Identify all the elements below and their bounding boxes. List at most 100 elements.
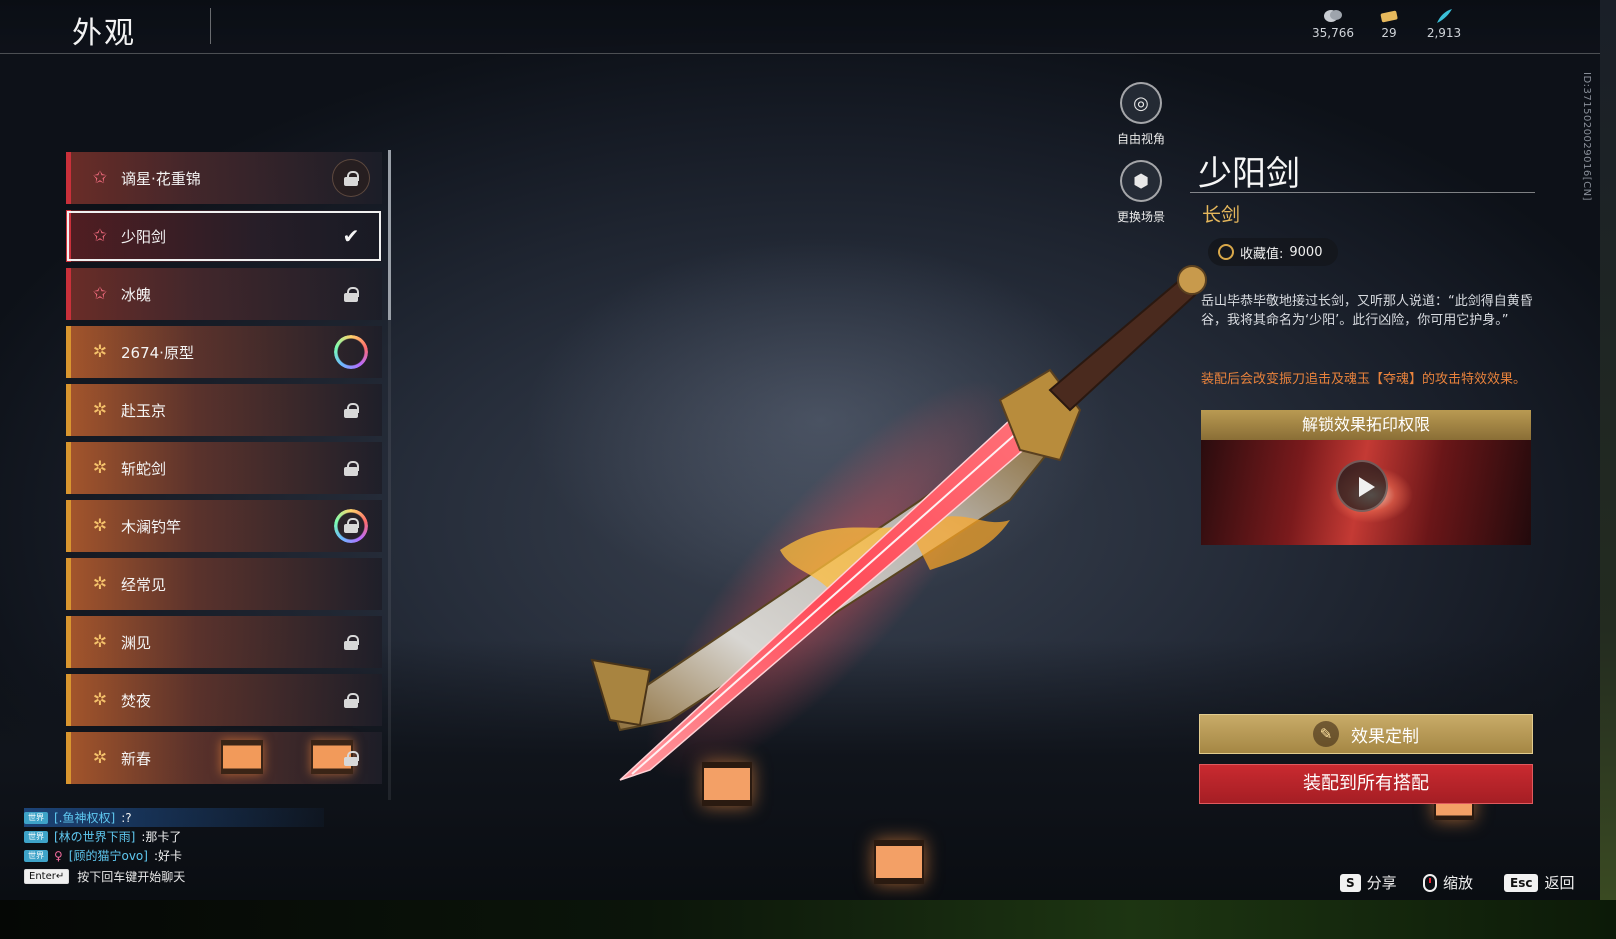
item-name: 经常见 [121, 575, 167, 594]
collect-value-badge: 收藏值: 9000 [1208, 238, 1339, 266]
rarity-icon: ✲ [92, 748, 108, 768]
item-name: 木澜钓竿 [121, 517, 182, 536]
list-item[interactable]: ✩ 冰魄 [66, 268, 382, 320]
currency-tickets-value: 29 [1381, 26, 1397, 40]
star-icon: ✩ [92, 226, 108, 246]
chat-message: 世界 [.鱼神权权]:? [24, 808, 324, 827]
currency-tickets: 29 [1359, 8, 1419, 40]
sword-model[interactable] [580, 250, 1260, 810]
effect-custom-label: 效果定制 [1351, 726, 1419, 747]
zoom-label: 缩放 [1443, 874, 1474, 892]
floor-lantern [874, 840, 924, 884]
list-item[interactable]: ✲ 新春 [66, 732, 382, 784]
chat-message: 世界 ♀ [顾的猫宁ovo]:好卡 [24, 846, 344, 865]
currency-coins: 35,766 [1303, 8, 1363, 40]
effect-preview[interactable]: 解锁效果拓印权限 [1201, 410, 1531, 545]
preview-video[interactable] [1201, 440, 1531, 545]
list-item[interactable]: ✩ 谪星·花重锦 [66, 152, 382, 204]
free-view-label: 自由视角 [1116, 132, 1165, 146]
item-name: 渊见 [121, 633, 152, 652]
item-name: 焚夜 [121, 691, 152, 710]
collect-label: 收藏值: [1240, 246, 1284, 262]
coin-stack-icon [1324, 10, 1342, 22]
check-icon: ✔ [342, 224, 360, 248]
list-item[interactable]: ✲ 木澜钓竿 [66, 500, 382, 552]
chat-text: :好卡 [153, 849, 182, 863]
rarity-icon: ✲ [92, 342, 108, 362]
lock-icon [344, 518, 359, 533]
item-description: 岳山毕恭毕敬地接过长剑，又听那人说道：“此剑得自黄昏谷，我将其命名为‘少阳’。此… [1201, 294, 1533, 328]
title-divider [210, 8, 211, 44]
list-item[interactable]: ✲ 经常见 [66, 558, 382, 610]
cube-icon: ⬢ [1120, 160, 1162, 202]
list-item[interactable]: ✲ 焚夜 [66, 674, 382, 726]
currency-coins-value: 35,766 [1312, 26, 1354, 40]
account-id: ID:3715020029016[CN] [1581, 72, 1592, 201]
chat-enter-hint[interactable]: Enter↵ 按下回车键开始聊天 [24, 868, 185, 885]
effect-note: 装配后会改变振刀追击及魂玉【夺魂】的攻击特效效果。 [1201, 372, 1527, 387]
list-item[interactable]: ✲ 赴玉京 [66, 384, 382, 436]
bottom-strip [0, 900, 1616, 939]
rainbow-ring-icon [334, 335, 368, 369]
lock-icon [344, 634, 359, 650]
scrollbar-thumb[interactable] [388, 150, 391, 320]
appearance-list[interactable]: ✩ 谪星·花重锦 ✩ 少阳剑 ✔ ✩ 冰魄 ✲ 2674·原型 ✲ 赴玉京 ✲ … [66, 150, 396, 800]
chat-sender[interactable]: [顾的猫宁ovo] [69, 847, 148, 864]
list-item[interactable]: ✲ 2674·原型 [66, 326, 382, 378]
top-bar: 外观 35,766 29 2,913 [0, 0, 1600, 54]
back-hint[interactable]: Esc 返回 [1504, 872, 1574, 893]
title-divider-line [1190, 192, 1535, 193]
item-status: ✔ [332, 217, 370, 255]
share-label: 分享 [1366, 874, 1397, 892]
pommel [1177, 265, 1207, 295]
effect-custom-button[interactable]: ✎ 效果定制 [1199, 714, 1533, 754]
item-status [332, 565, 370, 603]
zoom-hint[interactable]: 缩放 [1423, 872, 1473, 893]
lantern-icon [221, 740, 263, 774]
rarity-icon: ✲ [92, 516, 108, 536]
item-status [332, 275, 370, 313]
change-scene-label: 更换场景 [1116, 210, 1165, 224]
page-title: 外观 [72, 16, 136, 51]
share-hint[interactable]: S 分享 [1340, 872, 1397, 893]
item-status [332, 159, 370, 197]
change-scene-button[interactable]: ⬢ 更换场景 [1106, 160, 1176, 225]
rarity-icon: ✲ [92, 400, 108, 420]
chat-sender[interactable]: [.鱼神权权] [54, 809, 115, 826]
item-name: 谪星·花重锦 [121, 169, 201, 188]
female-icon: ♀ [54, 848, 63, 863]
rarity-icon: ✲ [92, 458, 108, 478]
play-icon[interactable] [1336, 460, 1388, 512]
item-name: 少阳剑 [121, 227, 167, 246]
free-view-button[interactable]: ◎ 自由视角 [1106, 82, 1176, 147]
chat-message: 世界 [林の世界下雨]:那卡了 [24, 827, 344, 846]
enter-key: Enter↵ [24, 869, 70, 884]
rainbow-ring-lock [334, 509, 368, 543]
collect-value: 9000 [1289, 244, 1323, 260]
item-title: 少阳剑 [1198, 154, 1300, 194]
list-item[interactable]: ✲ 斩蛇剑 [66, 442, 382, 494]
rarity-icon: ✲ [92, 632, 108, 652]
back-label: 返回 [1544, 874, 1575, 892]
camera-icon: ◎ [1120, 82, 1162, 124]
star-icon: ✩ [92, 168, 108, 188]
feather-icon [1437, 9, 1452, 23]
item-type: 长剑 [1202, 204, 1241, 226]
lock-icon [344, 402, 359, 418]
lock-icon [344, 692, 359, 708]
lock-icon [344, 750, 359, 766]
lock-icon [344, 170, 359, 186]
equip-all-button[interactable]: 装配到所有搭配 [1199, 764, 1533, 804]
item-name: 冰魄 [121, 285, 152, 304]
item-name: 2674·原型 [121, 343, 194, 362]
item-status [332, 681, 370, 719]
rarity-icon: ✲ [92, 690, 108, 710]
key-s: S [1340, 873, 1361, 892]
chat-sender[interactable]: [林の世界下雨] [54, 828, 135, 845]
right-strip [1600, 0, 1616, 900]
channel-badge: 世界 [24, 811, 48, 824]
preview-title: 解锁效果拓印权限 [1201, 410, 1531, 440]
handle [1048, 278, 1197, 412]
list-item-selected[interactable]: ✩ 少阳剑 ✔ [66, 210, 382, 262]
list-item[interactable]: ✲ 渊见 [66, 616, 382, 668]
